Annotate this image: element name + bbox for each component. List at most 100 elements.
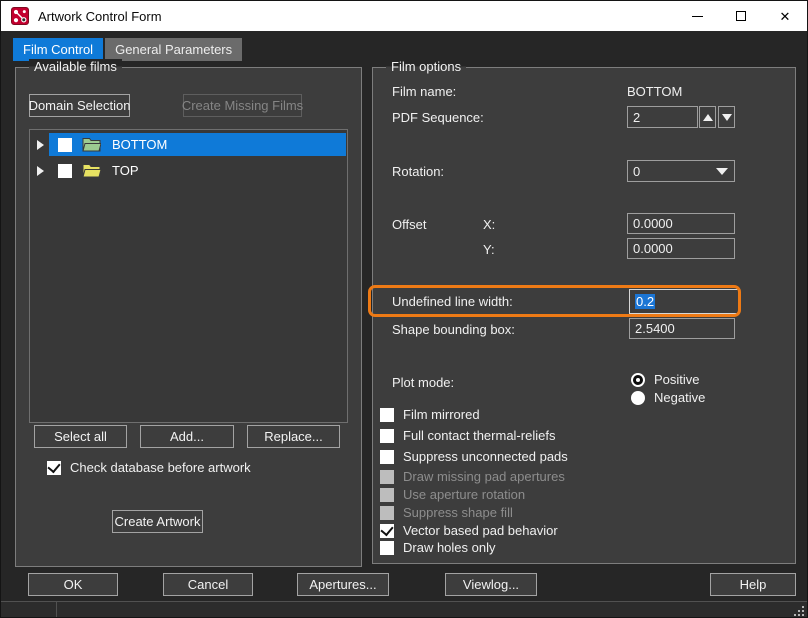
checkbox-icon[interactable] (380, 524, 394, 538)
checkbox-label: Use aperture rotation (403, 487, 525, 502)
option-full-contact-thermal-reliefs[interactable]: Full contact thermal-reliefs (380, 428, 555, 443)
film-tree-row[interactable]: TOP (30, 159, 347, 182)
option-film-mirrored[interactable]: Film mirrored (380, 407, 480, 422)
undefined-line-width-input[interactable]: 0.2 (629, 289, 739, 314)
expand-arrow-icon[interactable] (37, 140, 44, 150)
check-database-row[interactable]: Check database before artwork (47, 460, 251, 475)
check-database-checkbox[interactable] (47, 461, 61, 475)
pdf-sequence-up-button[interactable] (699, 106, 716, 128)
option-suppress-shape-fill: Suppress shape fill (380, 505, 513, 520)
pdf-sequence-label: PDF Sequence: (392, 110, 484, 125)
ok-button[interactable]: OK (28, 573, 118, 596)
film-tree-row[interactable]: BOTTOM (30, 133, 347, 156)
plot-mode-option-label: Positive (654, 372, 700, 387)
film-checkbox[interactable] (58, 164, 72, 178)
option-draw-missing-pad-apertures: Draw missing pad apertures (380, 469, 565, 484)
undefined-line-width-label: Undefined line width: (392, 294, 513, 309)
pdf-sequence-down-button[interactable] (718, 106, 735, 128)
rotation-value: 0 (633, 164, 640, 179)
checkbox-icon (380, 506, 394, 520)
checkbox-label: Suppress shape fill (403, 505, 513, 520)
check-database-label: Check database before artwork (70, 460, 251, 475)
plot-mode-option-label: Negative (654, 390, 705, 405)
option-vector-based-pad-behavior[interactable]: Vector based pad behavior (380, 523, 558, 538)
offset-y-input[interactable]: 0.0000 (627, 238, 735, 259)
offset-y-label: Y: (483, 242, 495, 257)
film-row[interactable]: TOP (49, 159, 346, 182)
option-draw-holes-only[interactable]: Draw holes only (380, 540, 496, 555)
film-name-label: BOTTOM (112, 137, 167, 152)
option-suppress-unconnected-pads[interactable]: Suppress unconnected pads (380, 449, 568, 464)
pdf-sequence-input[interactable]: 2 (627, 106, 698, 128)
film-name-label: Film name: (392, 84, 456, 99)
offset-x-input[interactable]: 0.0000 (627, 213, 735, 234)
domain-selection-button[interactable]: Domain Selection (29, 94, 130, 117)
cancel-button[interactable]: Cancel (163, 573, 253, 596)
minimize-icon (692, 16, 703, 17)
checkbox-label: Full contact thermal-reliefs (403, 428, 555, 443)
checkbox-icon[interactable] (380, 541, 394, 555)
offset-x-label: X: (483, 217, 495, 232)
checkbox-icon (380, 488, 394, 502)
create-missing-films-button[interactable]: Create Missing Films (183, 94, 302, 117)
plot-mode-label: Plot mode: (392, 375, 454, 390)
available-films-group: Available films Domain Selection Create … (15, 67, 362, 567)
add-button[interactable]: Add... (140, 425, 234, 448)
folder-icon (82, 137, 101, 152)
viewlog-button[interactable]: Viewlog... (445, 573, 537, 596)
close-icon: ✕ (780, 10, 791, 23)
checkbox-icon[interactable] (380, 408, 394, 422)
checkbox-label: Film mirrored (403, 407, 480, 422)
app-icon (11, 7, 29, 25)
maximize-button[interactable] (719, 1, 763, 31)
select-all-button[interactable]: Select all (34, 425, 127, 448)
replace-button[interactable]: Replace... (247, 425, 340, 448)
checkbox-icon[interactable] (380, 450, 394, 464)
plot-mode-option-positive[interactable]: Positive (631, 372, 700, 387)
expand-arrow-icon[interactable] (37, 166, 44, 176)
rotation-dropdown[interactable]: 0 (627, 160, 735, 182)
tab-bar: Film Control General Parameters (13, 38, 244, 61)
rotation-label: Rotation: (392, 164, 444, 179)
undefined-line-width-value: 0.2 (635, 294, 655, 309)
radio-icon[interactable] (631, 373, 645, 387)
spin-up-icon (703, 114, 713, 121)
help-button[interactable]: Help (710, 573, 796, 596)
plot-mode-option-negative[interactable]: Negative (631, 390, 705, 405)
film-tree: BOTTOM TOP (29, 129, 348, 423)
tab-film-control[interactable]: Film Control (13, 38, 103, 61)
checkbox-label: Draw missing pad apertures (403, 469, 565, 484)
status-divider (56, 602, 57, 618)
radio-icon[interactable] (631, 391, 645, 405)
film-row-selected[interactable]: BOTTOM (49, 133, 346, 156)
titlebar: Artwork Control Form ✕ (1, 1, 807, 31)
film-name-value: BOTTOM (627, 84, 682, 99)
create-artwork-button[interactable]: Create Artwork (112, 510, 203, 533)
shape-bounding-box-label: Shape bounding box: (392, 322, 515, 337)
tab-general-parameters[interactable]: General Parameters (105, 38, 242, 61)
checkbox-label: Draw holes only (403, 540, 496, 555)
window-title: Artwork Control Form (38, 9, 162, 24)
checkbox-label: Vector based pad behavior (403, 523, 558, 538)
option-use-aperture-rotation: Use aperture rotation (380, 487, 525, 502)
maximize-icon (736, 11, 746, 21)
checkbox-label: Suppress unconnected pads (403, 449, 568, 464)
film-name-label: TOP (112, 163, 139, 178)
checkbox-icon (380, 470, 394, 484)
close-button[interactable]: ✕ (763, 1, 807, 31)
film-options-group: Film options Film name: BOTTOM PDF Seque… (372, 67, 796, 564)
dropdown-arrow-icon (716, 168, 728, 175)
film-checkbox[interactable] (58, 138, 72, 152)
checkbox-icon[interactable] (380, 429, 394, 443)
spin-down-icon (722, 114, 732, 121)
shape-bounding-box-input[interactable]: 2.5400 (629, 318, 735, 339)
resize-grip-icon[interactable] (794, 606, 804, 616)
artwork-control-form-window: Artwork Control Form ✕ Film Control Gene… (0, 0, 808, 618)
minimize-button[interactable] (675, 1, 719, 31)
status-bar (1, 601, 807, 618)
film-options-legend: Film options (386, 59, 466, 74)
folder-icon (82, 163, 101, 178)
apertures-button[interactable]: Apertures... (297, 573, 389, 596)
offset-label: Offset (392, 217, 426, 232)
available-films-legend: Available films (29, 59, 122, 74)
